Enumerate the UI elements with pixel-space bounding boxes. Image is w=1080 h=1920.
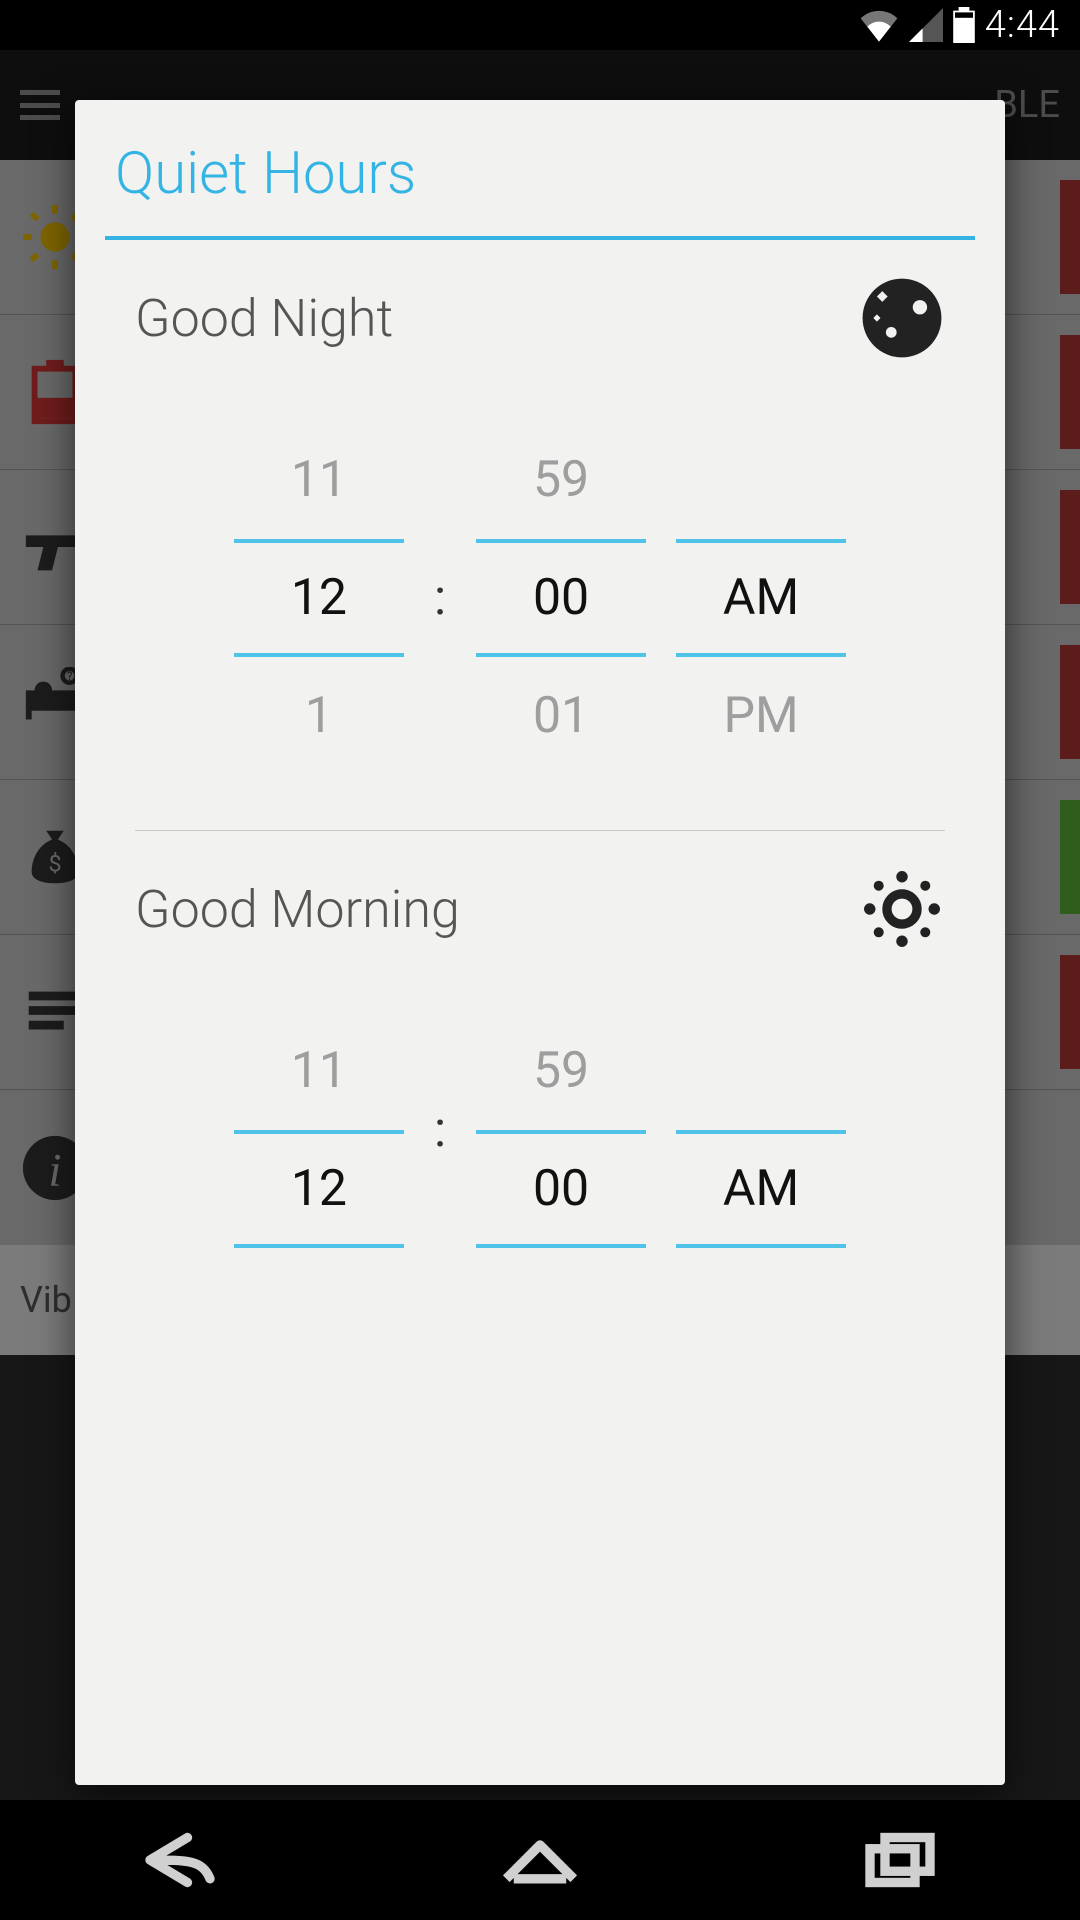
- morning-minute-picker[interactable]: 59 00: [476, 1012, 646, 1248]
- night-ampm-picker[interactable]: AM PM: [676, 421, 846, 775]
- quiet-hours-dialog: Quiet Hours Good Night 11 12 1 : 59 00 0…: [75, 100, 1005, 1785]
- time-colon: :: [434, 1101, 446, 1159]
- picker-prev[interactable]: 59: [476, 421, 646, 539]
- morning-ampm-picker[interactable]: AM: [676, 1012, 846, 1248]
- night-time-picker: 11 12 1 : 59 00 01 AM PM: [135, 421, 945, 775]
- morning-hour-picker[interactable]: 11 12: [234, 1012, 404, 1248]
- recent-apps-button[interactable]: [855, 1830, 945, 1890]
- sun-outline-icon: [859, 866, 945, 952]
- picker-selected[interactable]: 00: [476, 1130, 646, 1248]
- picker-prev[interactable]: 59: [476, 1012, 646, 1130]
- android-nav-bar: [0, 1800, 1080, 1920]
- picker-next[interactable]: 1: [234, 657, 404, 775]
- wifi-icon: [859, 8, 899, 42]
- night-minute-picker[interactable]: 59 00 01: [476, 421, 646, 775]
- status-time: 4:44: [985, 3, 1060, 47]
- home-button[interactable]: [495, 1830, 585, 1890]
- picker-selected[interactable]: AM: [676, 1130, 846, 1248]
- picker-next[interactable]: 01: [476, 657, 646, 775]
- picker-next[interactable]: PM: [676, 657, 846, 775]
- good-morning-label: Good Morning: [135, 879, 460, 940]
- back-button[interactable]: [135, 1830, 225, 1890]
- good-night-label: Good Night: [135, 288, 393, 349]
- signal-icon: [909, 8, 943, 42]
- battery-icon: [953, 7, 975, 43]
- picker-prev[interactable]: 11: [234, 421, 404, 539]
- good-night-section: Good Night 11 12 1 : 59 00 01 AM: [75, 240, 1005, 775]
- picker-prev[interactable]: [676, 1012, 846, 1130]
- picker-selected[interactable]: 00: [476, 539, 646, 657]
- picker-selected[interactable]: AM: [676, 539, 846, 657]
- morning-time-picker: 11 12 : 59 00 AM: [135, 1012, 945, 1248]
- picker-prev[interactable]: 11: [234, 1012, 404, 1130]
- night-hour-picker[interactable]: 11 12 1: [234, 421, 404, 775]
- picker-prev[interactable]: [676, 421, 846, 539]
- status-bar: 4:44: [0, 0, 1080, 50]
- moon-icon: [859, 275, 945, 361]
- picker-selected[interactable]: 12: [234, 1130, 404, 1248]
- good-morning-section: Good Morning 11 12 : 59 00: [75, 831, 1005, 1248]
- time-colon: :: [434, 569, 446, 627]
- dialog-title: Quiet Hours: [75, 100, 1005, 236]
- picker-selected[interactable]: 12: [234, 539, 404, 657]
